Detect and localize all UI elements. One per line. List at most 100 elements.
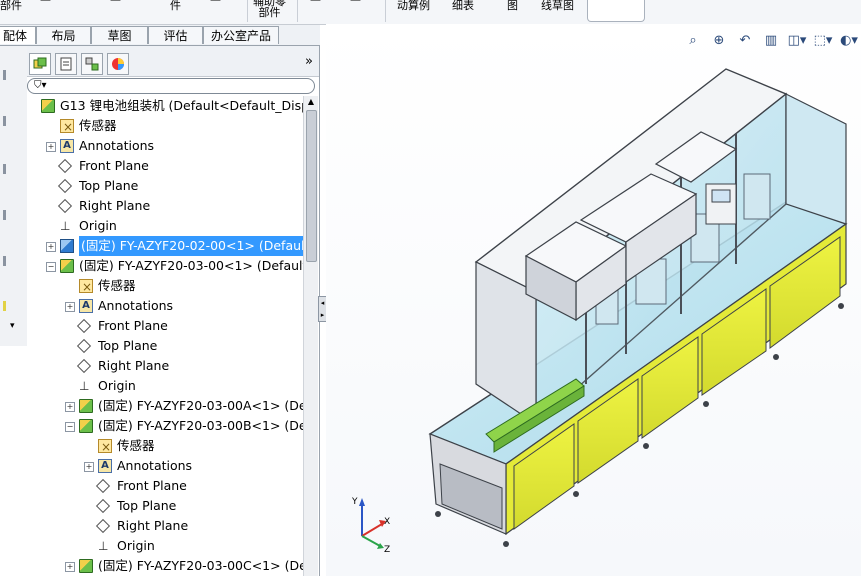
- assembly-model-view[interactable]: [326, 24, 861, 576]
- tree-row[interactable]: + (固定) FY-AZYF20-02-00<1> (Default<De: [27, 236, 303, 256]
- expand-toggle-icon[interactable]: +: [65, 302, 75, 312]
- tree-row[interactable]: 传感器: [27, 276, 303, 297]
- ribbon-item-dash1[interactable]: —: [40, 0, 51, 5]
- tab-evaluate[interactable]: 评估: [148, 26, 203, 44]
- expand-toggle-icon[interactable]: +: [84, 462, 94, 472]
- expand-toggle-icon[interactable]: +: [65, 402, 75, 412]
- tree-scrollbar[interactable]: ▲: [303, 96, 318, 576]
- tree-row[interactable]: ⊥ Origin: [27, 536, 303, 556]
- collapse-toggle-icon[interactable]: −: [65, 422, 75, 432]
- tree-row[interactable]: Front Plane: [27, 156, 303, 176]
- ribbon-item-dash2[interactable]: —: [110, 0, 121, 5]
- command-manager-tabs: 配体 布局 草图 评估 办公室产品: [0, 25, 320, 46]
- tree-row[interactable]: + A Annotations: [27, 296, 303, 316]
- tree-row[interactable]: G13 锂电池组装机 (Default<Default_Display: [27, 96, 303, 116]
- plane-icon: [95, 518, 111, 534]
- tree-row-label: 传感器: [98, 278, 136, 293]
- scroll-up-icon[interactable]: ▲: [305, 96, 317, 108]
- collapsed-task-strip[interactable]: ▾: [0, 46, 28, 346]
- tree-row[interactable]: − (固定) FY-AZYF20-03-00<1> (Default<De: [27, 256, 303, 276]
- feature-manager-tab-icon[interactable]: [29, 53, 51, 75]
- ribbon-item-dash4[interactable]: —: [310, 0, 321, 5]
- ribbon-item-motion-study[interactable]: 动算例: [397, 0, 430, 11]
- plane-icon: [95, 498, 111, 514]
- tree-row-label: (固定) FY-AZYF20-03-00<1> (Default<De: [79, 258, 303, 273]
- strip-dropdown-icon[interactable]: ▾: [10, 321, 15, 331]
- tree-row-label: Top Plane: [117, 498, 177, 513]
- assembly-icon: [60, 259, 74, 273]
- collapse-toggle-icon[interactable]: −: [46, 262, 56, 272]
- tab-sketch[interactable]: 草图: [91, 26, 148, 44]
- ribbon-item-drawing[interactable]: 图: [507, 0, 518, 11]
- expand-panel-icon[interactable]: »: [305, 54, 313, 69]
- tree-row[interactable]: Top Plane: [27, 176, 303, 196]
- tree-row-label: Top Plane: [98, 338, 158, 353]
- graphics-area[interactable]: ⌕ ⊕ ↶ ▥ ◫▾ ⬚▾ ◐▾ Y X Z: [326, 24, 861, 576]
- filter-icon[interactable]: ⛉▾: [34, 80, 47, 91]
- feature-tree: G13 锂电池组装机 (Default<Default_Display 传感器 + A…: [27, 96, 303, 576]
- tree-row-label: Right Plane: [117, 518, 189, 533]
- plane-icon: [57, 198, 73, 214]
- tree-row[interactable]: + A Annotations: [27, 456, 303, 476]
- ribbon-item-wire-sketch[interactable]: 线草图: [541, 0, 574, 11]
- tree-row[interactable]: ⊥ Origin: [27, 376, 303, 396]
- tree-row[interactable]: 传感器: [27, 436, 303, 457]
- tree-row-label: (固定) FY-AZYF20-03-00A<1> (Default: [98, 398, 303, 413]
- plane-icon: [57, 158, 73, 174]
- sensor-icon: [79, 277, 93, 297]
- sensor-icon: [60, 117, 74, 137]
- ribbon-item-bom[interactable]: 细表: [452, 0, 474, 11]
- tree-row-label: Front Plane: [117, 478, 187, 493]
- plane-icon: [57, 178, 73, 194]
- tree-filter-input[interactable]: ⛉▾: [27, 78, 315, 94]
- tree-row[interactable]: Right Plane: [27, 516, 303, 536]
- expand-toggle-icon[interactable]: +: [46, 142, 56, 152]
- ribbon-item-dash3[interactable]: —: [210, 0, 221, 5]
- display-manager-tab-icon[interactable]: [107, 53, 129, 75]
- tree-row[interactable]: Front Plane: [27, 476, 303, 496]
- plane-icon: [95, 478, 111, 494]
- plane-icon: [76, 318, 92, 334]
- panel-tabs: »: [27, 46, 319, 77]
- origin-icon: ⊥: [79, 379, 90, 393]
- ribbon-active-slot[interactable]: [587, 0, 645, 22]
- ribbon-item-parts[interactable]: 部件: [0, 0, 22, 11]
- tree-row-label: Annotations: [98, 298, 174, 313]
- ribbon-item-dash5[interactable]: —: [350, 0, 361, 5]
- annotations-icon: A: [79, 299, 93, 313]
- tree-row[interactable]: + A Annotations: [27, 136, 303, 156]
- tab-office-products[interactable]: 办公室产品: [203, 26, 279, 44]
- tree-row[interactable]: Top Plane: [27, 336, 303, 356]
- tree-row-label: (固定) FY-AZYF20-02-00<1> (Default<De: [79, 236, 303, 256]
- tree-row-label: Annotations: [79, 138, 155, 153]
- tree-row[interactable]: + (固定) FY-AZYF20-03-00C<1> (Def: [27, 556, 303, 576]
- expand-toggle-icon[interactable]: +: [46, 242, 56, 252]
- tree-row[interactable]: + (固定) FY-AZYF20-03-00A<1> (Default: [27, 396, 303, 416]
- tree-row-label: Right Plane: [98, 358, 170, 373]
- triad-x-label: X: [384, 517, 390, 527]
- tree-row[interactable]: ⊥ Origin: [27, 216, 303, 236]
- expand-toggle-icon[interactable]: +: [65, 562, 75, 572]
- plane-icon: [76, 338, 92, 354]
- tree-row[interactable]: 传感器: [27, 116, 303, 137]
- ribbon-item-part[interactable]: 件: [170, 0, 181, 11]
- tree-row[interactable]: Top Plane: [27, 496, 303, 516]
- tree-row-label: Top Plane: [79, 178, 139, 193]
- tree-row[interactable]: Right Plane: [27, 356, 303, 376]
- tree-row-label: Right Plane: [79, 198, 151, 213]
- tab-assembly[interactable]: 配体: [0, 26, 36, 44]
- ribbon-item-aux-parts[interactable]: 辅助零 部件: [253, 0, 286, 18]
- configuration-manager-tab-icon[interactable]: [81, 53, 103, 75]
- tab-layout[interactable]: 布局: [36, 26, 91, 44]
- tree-row[interactable]: Right Plane: [27, 196, 303, 216]
- triad-y-label: Y: [351, 497, 358, 507]
- assembly-icon: [79, 559, 93, 573]
- annotations-icon: A: [60, 139, 74, 153]
- property-manager-tab-icon[interactable]: [55, 53, 77, 75]
- assembly-icon: [79, 399, 93, 413]
- scroll-thumb[interactable]: [306, 110, 317, 262]
- triad-z-label: Z: [384, 545, 390, 554]
- sensor-icon: [98, 437, 112, 457]
- tree-row[interactable]: − (固定) FY-AZYF20-03-00B<1> (Default: [27, 416, 303, 436]
- tree-row[interactable]: Front Plane: [27, 316, 303, 336]
